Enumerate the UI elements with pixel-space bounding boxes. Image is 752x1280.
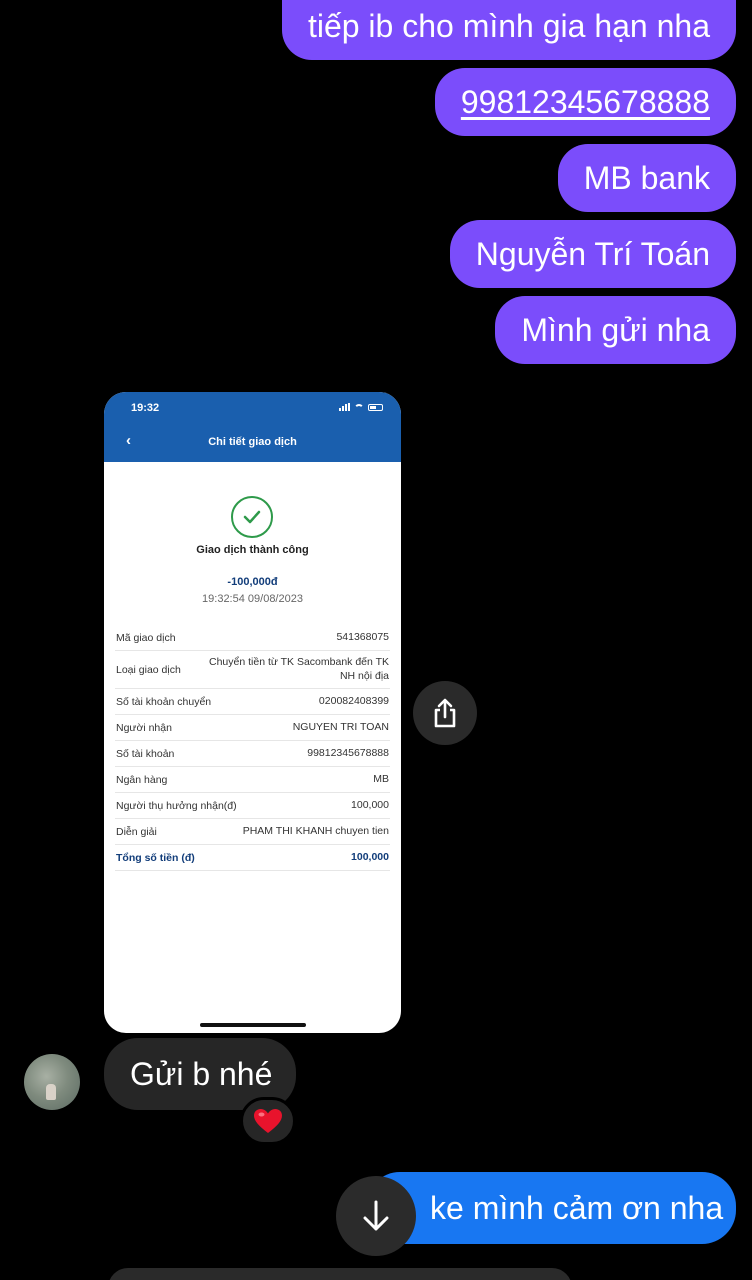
transaction-details: Mã giao dịch 541368075 Loại giao dịch Chuy… [115, 625, 390, 871]
detail-value: PHAM THI KHANH chuyen tien [242, 824, 389, 837]
detail-label: Diễn giải [116, 825, 157, 838]
shared-transaction-image[interactable]: 19:32 ‹ Chi tiết giao dịch Giao dịch thà… [104, 392, 401, 1033]
detail-row: Loại giao dịch Chuyển tiền từ TK Sacomban… [115, 651, 390, 689]
detail-label: Loại giao dịch [116, 663, 181, 676]
status-time: 19:32 [131, 402, 160, 414]
detail-label: Tổng số tiền (đ) [116, 851, 195, 864]
detail-value: 020082408399 [318, 694, 389, 707]
account-number-link[interactable]: 99812345678888 [461, 84, 710, 120]
transaction-amount: -100,000đ [227, 576, 278, 588]
detail-value: 100,000 [351, 798, 389, 811]
detail-label: Ngân hàng [116, 773, 168, 786]
checkmark-icon [231, 496, 273, 538]
wifi-icon [354, 403, 364, 411]
detail-value: 100,000 [351, 850, 389, 863]
message-bubble-outgoing[interactable]: Mình gửi nha [495, 296, 736, 364]
bank-app-header: 19:32 ‹ Chi tiết giao dịch [104, 392, 401, 462]
detail-row: Số tài khoản 99812345678888 [115, 741, 390, 767]
detail-label: Người thụ hưởng nhận(đ) [116, 799, 237, 812]
message-text: ke mình cảm ơn nha [430, 1190, 724, 1226]
message-text: Gửi b nhé [130, 1056, 273, 1092]
signal-icon [339, 403, 350, 411]
message-text: Mình gửi nha [521, 312, 710, 348]
status-icons [339, 403, 383, 411]
scroll-to-bottom-button[interactable] [336, 1176, 416, 1256]
battery-icon [368, 403, 383, 411]
detail-label: Số tài khoản chuyển [116, 695, 212, 708]
detail-row: Diễn giải PHAM THI KHANH chuyen tien [115, 819, 390, 845]
share-button[interactable] [413, 681, 477, 745]
message-bubble-outgoing[interactable]: tiếp ib cho mình gia hạn nha [281, 0, 736, 60]
message-bubble-outgoing[interactable]: ke mình cảm ơn nha [366, 1172, 736, 1244]
message-composer[interactable] [108, 1268, 572, 1280]
detail-row: Số tài khoản chuyển 020082408399 [115, 689, 390, 715]
reaction-badge[interactable] [240, 1097, 296, 1145]
detail-row: Người nhận NGUYEN TRI TOAN [115, 715, 390, 741]
detail-value: Chuyển tiền từ TK Sacombank đến TK NH nộ… [209, 656, 389, 682]
message-text: tiếp ib cho mình gia hạn nha [307, 8, 710, 44]
message-text: MB bank [583, 160, 710, 196]
header-title: Chi tiết giao dịch [208, 436, 297, 448]
detail-row-total: Tổng số tiền (đ) 100,000 [115, 845, 390, 871]
detail-row: Ngân hàng MB [115, 767, 390, 793]
detail-label: Người nhận [116, 721, 172, 734]
detail-value: 99812345678888 [307, 746, 389, 759]
share-icon [434, 698, 456, 728]
detail-value: NGUYEN TRI TOAN [292, 720, 389, 733]
detail-label: Số tài khoản [116, 747, 175, 760]
detail-row: Mã giao dịch 541368075 [115, 625, 390, 651]
detail-value: MB [373, 772, 389, 785]
home-indicator [200, 1023, 306, 1027]
transaction-datetime: 19:32:54 09/08/2023 [202, 593, 303, 605]
message-text: Nguyễn Trí Toán [475, 236, 710, 272]
message-bubble-outgoing[interactable]: MB bank [557, 144, 736, 212]
message-bubble-outgoing[interactable]: Nguyễn Trí Toán [449, 220, 736, 288]
detail-value: 541368075 [336, 630, 389, 643]
heart-icon [254, 1109, 282, 1133]
avatar[interactable] [24, 1054, 80, 1110]
transaction-status: Giao dịch thành công [196, 544, 309, 556]
arrow-down-icon [363, 1200, 389, 1231]
detail-label: Mã giao dịch [116, 631, 176, 644]
detail-row: Người thụ hưởng nhận(đ) 100,000 [115, 793, 390, 819]
message-bubble-outgoing-link[interactable]: 99812345678888 [434, 68, 736, 136]
